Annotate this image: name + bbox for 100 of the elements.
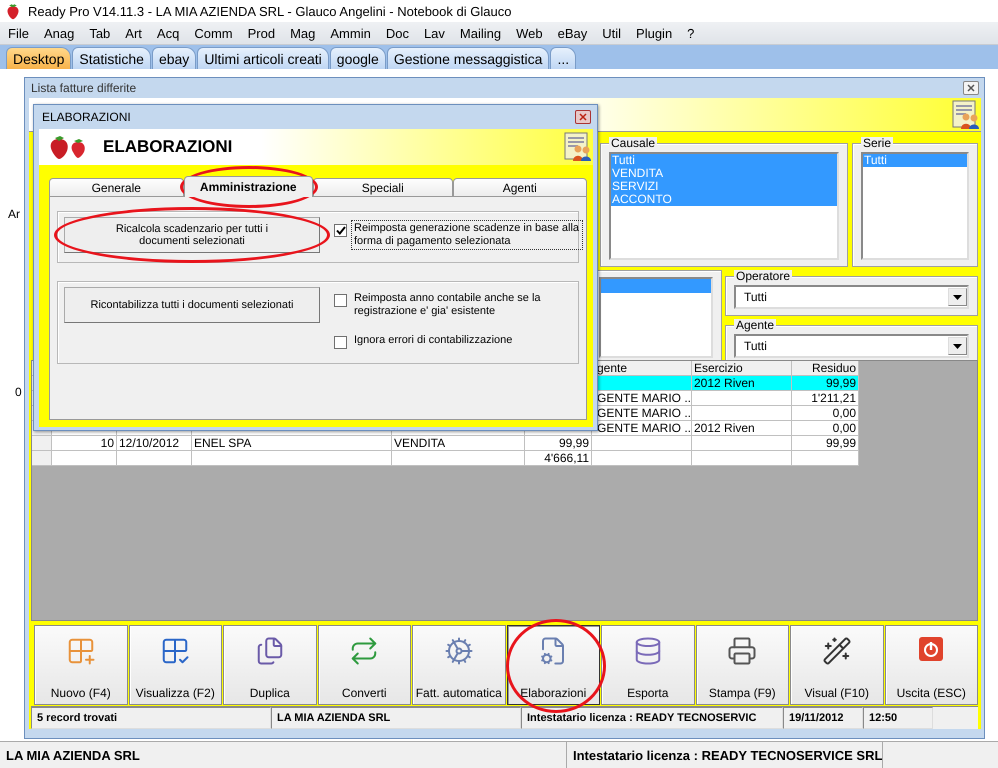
table-cell: GENTE MARIO ...	[592, 421, 692, 436]
table-cell: 0,00	[792, 406, 859, 421]
table-cell: 2012 Riven	[692, 376, 792, 391]
toolbar-button[interactable]: Elaborazioni	[506, 625, 600, 705]
menu-item[interactable]: Comm	[188, 26, 239, 40]
window-title: Ready Pro V14.11.3 - LA MIA AZIENDA SRL - Glauco Angelini - Notebook di Glauco	[28, 4, 512, 18]
table-cell: 2012 Riven	[692, 421, 792, 436]
table-cell: 1'211,21	[792, 391, 859, 406]
menu-item[interactable]: Doc	[380, 26, 415, 40]
tab[interactable]: Speciali	[313, 178, 452, 197]
label-fragment: Ar	[8, 207, 20, 221]
toolbar-button[interactable]: Duplica	[223, 625, 316, 705]
grid-plus-icon	[66, 636, 96, 666]
menu-item[interactable]: Tab	[83, 26, 116, 40]
table-cell: 99,99	[525, 436, 592, 451]
close-button[interactable]	[963, 81, 979, 95]
contacts-document-icon	[563, 132, 593, 162]
table-cell: VENDITA	[392, 436, 525, 451]
tab[interactable]: Desktop	[6, 47, 72, 69]
tab[interactable]: Agenti	[452, 178, 587, 197]
option-label: Reimposta generazione scadenze in base alla forma di pagamento selezionata	[352, 221, 582, 249]
toolbar-button[interactable]: Visual (F10)	[790, 625, 884, 705]
menu-item[interactable]: eBay	[552, 26, 594, 40]
caret-icon	[953, 294, 962, 300]
menu-item[interactable]: Mailing	[454, 26, 508, 40]
toolbar-button[interactable]: Fatt. automatica	[412, 625, 506, 705]
gears-icon	[444, 636, 474, 666]
status-text: 19/11/2012	[783, 707, 863, 729]
toolbar-button[interactable]: Converti	[318, 625, 411, 705]
option-label: Reimposta anno contabile anche se la registrazione e' gia' esistente	[353, 291, 542, 319]
status-text: 5 record trovati	[31, 707, 271, 729]
action-button[interactable]: Ricontabilizza tutti i documenti selezionati	[64, 287, 320, 323]
action-button[interactable]: Ricalcola scadenzario per tutti i documenti selezionati	[64, 217, 320, 253]
menu-item[interactable]: Prod	[242, 26, 282, 40]
printer-icon	[727, 636, 758, 666]
column-header: Esercizio	[692, 361, 792, 376]
group-label: Serie	[861, 137, 894, 150]
toolbar-button[interactable]: Uscita (ESC)	[884, 625, 978, 705]
dropdown-field[interactable]: Tutti	[734, 334, 969, 358]
database-icon	[632, 636, 663, 666]
menu-item[interactable]: Mag	[284, 26, 322, 40]
close-icon	[967, 84, 975, 92]
list-box[interactable]	[599, 277, 713, 358]
wand-icon	[822, 636, 852, 666]
menu-item[interactable]: Util	[596, 26, 628, 40]
option-label: Ignora errori di contabilizzazione	[353, 333, 514, 348]
table-cell: 99,99	[792, 376, 859, 391]
close-icon	[579, 113, 587, 121]
menu-item[interactable]: Acq	[150, 26, 186, 40]
tab[interactable]: google	[330, 47, 386, 69]
menu-item[interactable]: File	[2, 26, 35, 40]
menu-item[interactable]: Web	[510, 26, 549, 40]
status-text: LA MIA AZIENDA SRL	[0, 742, 567, 768]
checkbox[interactable]	[334, 336, 347, 349]
table-cell: 4'666,11	[525, 451, 592, 466]
dialog-heading: ELABORAZIONI	[103, 137, 234, 157]
tab[interactable]: Statistiche	[72, 47, 151, 69]
power-icon	[918, 636, 944, 662]
menu-item[interactable]: Plugin	[630, 26, 678, 40]
status-text: 12:50	[863, 707, 933, 729]
checkbox[interactable]	[334, 294, 347, 307]
tab[interactable]: Ultimi articoli creati	[197, 47, 329, 69]
status-text: LA MIA AZIENDA SRL	[271, 707, 521, 729]
tab[interactable]: ...	[550, 47, 576, 69]
toolbar-button[interactable]: Stampa (F9)	[696, 625, 789, 705]
contacts-document-icon	[951, 100, 981, 130]
dropdown-field[interactable]: Tutti	[734, 285, 969, 309]
dialog-title: ELABORAZIONI	[42, 110, 131, 124]
table-cell: 0,00	[792, 421, 859, 436]
grid-check-icon	[160, 636, 190, 666]
table-cell	[52, 451, 117, 466]
table-cell: 99,99	[792, 436, 859, 451]
group-label: Causale	[609, 137, 658, 150]
menu-item[interactable]: Anag	[38, 26, 80, 40]
documents-icon	[254, 636, 285, 666]
toolbar-button[interactable]: Esporta	[601, 625, 694, 705]
window-title: Lista fatture differite	[31, 81, 136, 95]
checkbox[interactable]	[334, 224, 347, 237]
row-header	[32, 451, 52, 466]
status-text: Intestatario licenza : READY TECNOSERVICE SRL	[567, 742, 884, 768]
menu-item[interactable]: Lav	[418, 26, 451, 40]
label-fragment: 0	[15, 385, 22, 399]
tab[interactable]: Gestione messaggistica	[386, 47, 550, 69]
close-button[interactable]	[575, 110, 591, 124]
column-header: Residuo	[792, 361, 859, 376]
table-cell: ENEL SPA	[192, 436, 392, 451]
menu-item[interactable]: Ammin	[324, 26, 377, 40]
toolbar-button[interactable]: Visualizza (F2)	[128, 625, 222, 705]
table-cell: 12/10/2012	[117, 436, 192, 451]
menu-item[interactable]: Art	[119, 26, 148, 40]
table-cell: 10	[52, 436, 117, 451]
status-text: Intestatario licenza : READY TECNOSERVIC	[521, 707, 783, 729]
menu-item[interactable]: ?	[681, 26, 700, 40]
tab[interactable]: ebay	[152, 47, 196, 69]
group-label: Agente	[734, 319, 776, 332]
caret-icon	[953, 344, 962, 348]
tab[interactable]: Generale	[49, 178, 184, 197]
tab[interactable]: Amministrazione	[184, 176, 314, 197]
arrows-icon	[349, 636, 380, 666]
toolbar-button[interactable]: Nuovo (F4)	[34, 625, 128, 705]
